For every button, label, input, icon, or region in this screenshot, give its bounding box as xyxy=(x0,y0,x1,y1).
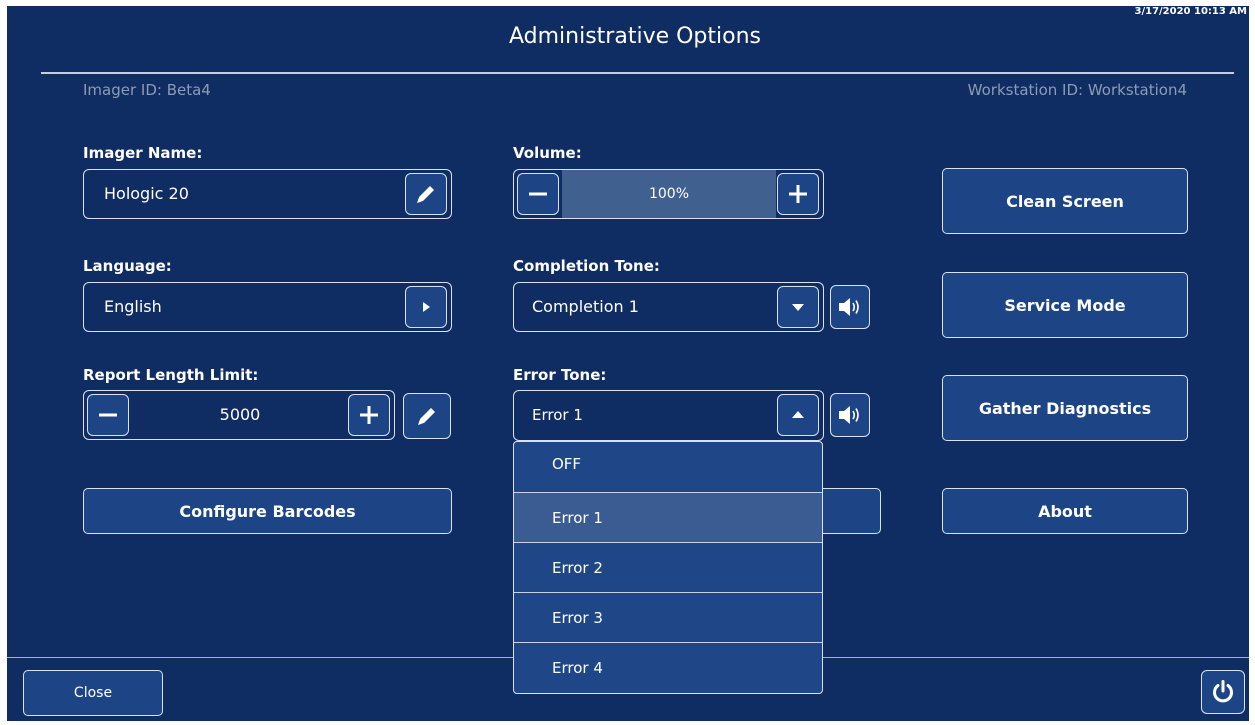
admin-options-screen: 3/17/2020 10:13 AM Administrative Option… xyxy=(7,6,1249,721)
speaker-icon xyxy=(839,298,859,316)
language-value: English xyxy=(104,297,162,316)
gather-diagnostics-button[interactable]: Gather Diagnostics xyxy=(942,375,1188,441)
power-button[interactable] xyxy=(1201,670,1245,714)
service-mode-button[interactable]: Service Mode xyxy=(942,272,1188,338)
error-tone-value: Error 1 xyxy=(532,406,583,424)
volume-value: 100% xyxy=(648,186,690,202)
plus-icon xyxy=(360,406,378,424)
imager-id: Imager ID: Beta4 xyxy=(83,81,211,99)
clean-screen-button[interactable]: Clean Screen xyxy=(942,168,1188,234)
timestamp: 3/17/2020 10:13 AM xyxy=(1134,6,1248,17)
error-tone-option[interactable]: Error 3 xyxy=(514,593,822,643)
error-tone-dropdown-button[interactable] xyxy=(777,394,819,436)
completion-tone-play-button[interactable] xyxy=(830,285,870,329)
error-tone-label: Error Tone: xyxy=(513,366,607,384)
pencil-icon xyxy=(418,408,435,425)
report-length-decrement-button[interactable] xyxy=(87,394,129,436)
volume-increment-button[interactable] xyxy=(777,173,819,215)
workstation-id: Workstation ID: Workstation4 xyxy=(967,81,1187,99)
caret-down-icon xyxy=(792,304,804,311)
minus-icon xyxy=(529,192,547,196)
volume-decrement-button[interactable] xyxy=(517,173,559,215)
report-length-label: Report Length Limit: xyxy=(83,366,259,384)
language-field[interactable]: English xyxy=(83,282,452,332)
completion-tone-value: Completion 1 xyxy=(532,297,639,316)
edit-imager-name-button[interactable] xyxy=(405,173,447,215)
report-length-stepper: 5000 xyxy=(83,390,395,440)
report-length-increment-button[interactable] xyxy=(348,394,390,436)
page-title: Administrative Options xyxy=(508,24,761,49)
error-tone-play-button[interactable] xyxy=(830,393,870,437)
language-select-button[interactable] xyxy=(405,286,447,328)
pencil-icon xyxy=(417,186,434,203)
edit-report-length-button[interactable] xyxy=(403,393,451,439)
imager-name-label: Imager Name: xyxy=(83,144,203,162)
error-tone-select[interactable]: Error 1 xyxy=(513,390,824,441)
power-icon xyxy=(1213,680,1233,703)
plus-icon xyxy=(789,185,807,203)
imager-name-value: Hologic 20 xyxy=(104,184,189,203)
close-button[interactable]: Close xyxy=(23,670,163,716)
caret-up-icon xyxy=(792,411,804,418)
error-tone-option[interactable]: OFF xyxy=(514,442,822,493)
speaker-icon xyxy=(839,406,859,424)
report-length-value: 5000 xyxy=(219,405,261,424)
play-right-icon xyxy=(423,302,430,312)
configure-barcodes-button[interactable]: Configure Barcodes xyxy=(83,488,452,534)
completion-tone-dropdown-button[interactable] xyxy=(777,286,819,328)
error-tone-option[interactable]: Error 2 xyxy=(514,543,822,593)
about-button[interactable]: About xyxy=(942,488,1188,534)
header-divider xyxy=(41,72,1234,74)
error-tone-options-list: OFF Error 1 Error 2 Error 3 Error 4 xyxy=(513,441,823,694)
minus-icon xyxy=(99,413,117,417)
error-tone-option[interactable]: Error 4 xyxy=(514,643,822,693)
volume-label: Volume: xyxy=(513,144,582,162)
error-tone-option[interactable]: Error 1 xyxy=(514,493,822,543)
completion-tone-label: Completion Tone: xyxy=(513,257,660,275)
volume-stepper: 100% xyxy=(513,169,824,219)
imager-name-field: Hologic 20 xyxy=(83,169,452,219)
completion-tone-select[interactable]: Completion 1 xyxy=(513,282,824,332)
language-label: Language: xyxy=(83,257,172,275)
